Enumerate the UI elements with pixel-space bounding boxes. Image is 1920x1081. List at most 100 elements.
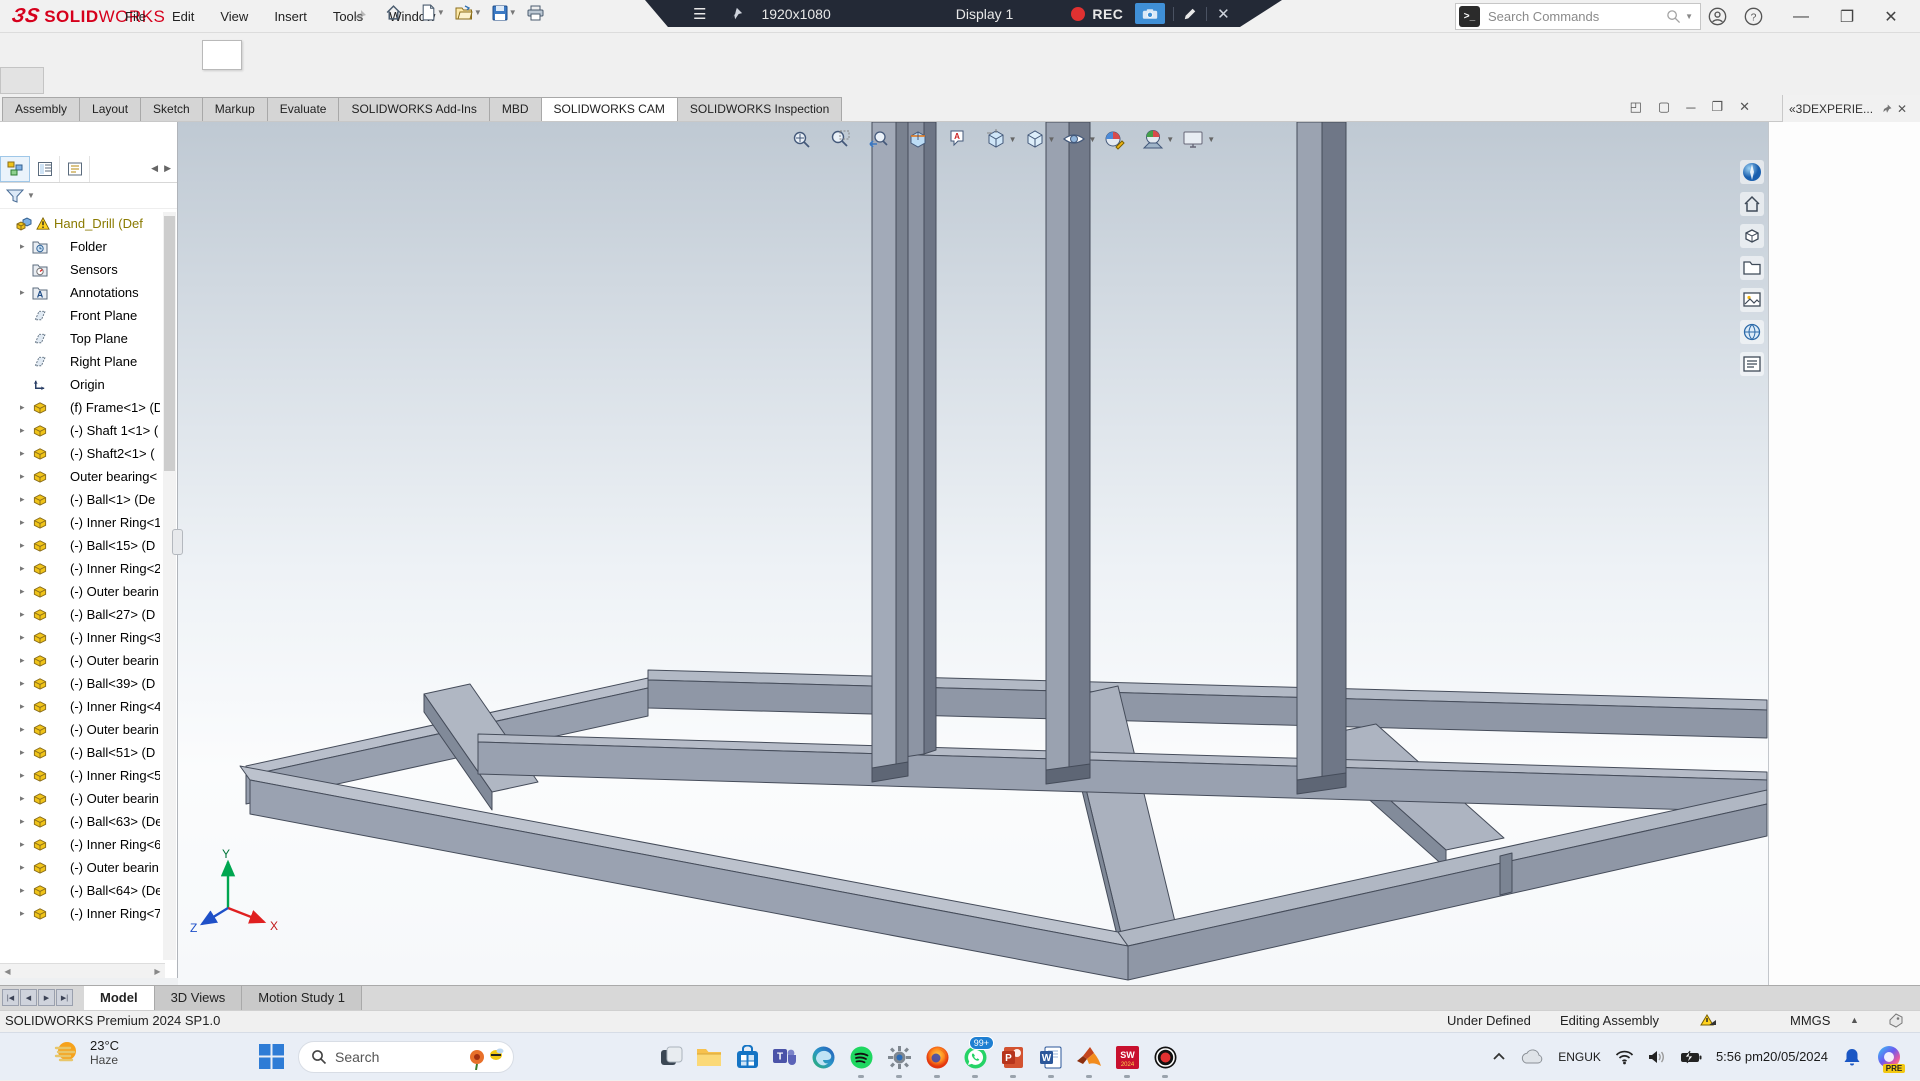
- document-tab[interactable]: Model: [84, 986, 155, 1011]
- view-tool-button[interactable]: ▼: [1181, 128, 1215, 150]
- last-tab-button[interactable]: ▶|: [56, 989, 73, 1006]
- feature-tree-item[interactable]: ▸ (-) Ball<39> (D: [0, 672, 160, 695]
- expand-arrow-icon[interactable]: ▸: [20, 471, 32, 482]
- menu-item[interactable]: View: [207, 0, 261, 33]
- panel-splitter-handle[interactable]: [172, 529, 183, 555]
- command-tab[interactable]: Markup: [202, 97, 268, 121]
- weather-widget[interactable]: 23°C Haze: [52, 1037, 119, 1067]
- expand-arrow-icon[interactable]: ▸: [20, 632, 32, 643]
- pin-menubar-icon[interactable]: [352, 8, 368, 24]
- taskbar-app-icon[interactable]: W: [1032, 1035, 1070, 1079]
- expand-arrow-icon[interactable]: ▸: [20, 517, 32, 528]
- feature-tree-item[interactable]: ▸ Top Plane: [0, 327, 160, 350]
- taskbar-app-icon[interactable]: 99+: [956, 1035, 994, 1079]
- close-button[interactable]: ✕: [1874, 0, 1908, 33]
- tree-vertical-scrollbar[interactable]: [163, 212, 176, 960]
- doc-window-button[interactable]: ─: [1686, 100, 1695, 115]
- feature-tree-item[interactable]: ▸ (-) Shaft 1<1> (: [0, 419, 160, 442]
- feature-tree-item[interactable]: ▸ (-) Inner Ring<1: [0, 511, 160, 534]
- quick-access-button[interactable]: ▼: [452, 3, 485, 23]
- task-pane-tab[interactable]: [1740, 256, 1764, 280]
- view-tool-button[interactable]: ▼: [790, 128, 822, 150]
- expand-arrow-icon[interactable]: ▸: [20, 448, 32, 459]
- expand-arrow-icon[interactable]: ▸: [20, 655, 32, 666]
- feature-tree-item[interactable]: ▸ Hand_Drill (Def: [0, 212, 160, 235]
- scrollbar-thumb[interactable]: [164, 216, 175, 471]
- account-profile-icon[interactable]: [1700, 0, 1734, 33]
- feature-tree-item[interactable]: ▸ (-) Outer bearin: [0, 718, 160, 741]
- feature-tree-item[interactable]: ▸ (-) Ball<64> (De: [0, 879, 160, 902]
- expand-arrow-icon[interactable]: ▸: [20, 793, 32, 804]
- feature-tree-item[interactable]: ▸ (-) Inner Ring<4: [0, 695, 160, 718]
- command-tab[interactable]: Sketch: [140, 97, 203, 121]
- feature-tree-item[interactable]: ▸ (-) Inner Ring<6: [0, 833, 160, 856]
- view-tool-button[interactable]: ▼: [907, 128, 939, 150]
- feature-tree-item[interactable]: ▸ Right Plane: [0, 350, 160, 373]
- volume-icon[interactable]: [1648, 1049, 1666, 1065]
- capture-close-button[interactable]: ✕: [1215, 6, 1231, 22]
- quick-access-button[interactable]: ▼: [382, 2, 414, 23]
- expand-arrow-icon[interactable]: ▸: [20, 839, 32, 850]
- expand-arrow-icon[interactable]: ▸: [20, 724, 32, 735]
- feature-tree-item[interactable]: ▸ (-) Ball<15> (D: [0, 534, 160, 557]
- taskbar-app-icon[interactable]: P: [994, 1035, 1032, 1079]
- view-tool-button[interactable]: ▼: [868, 128, 900, 150]
- expand-arrow-icon[interactable]: ▸: [20, 747, 32, 758]
- feature-tree-item[interactable]: ▸ (f) Frame<1> (D: [0, 396, 160, 419]
- scroll-left-button[interactable]: ◀: [0, 967, 15, 976]
- search-dropdown-caret[interactable]: ▼: [1685, 12, 1693, 21]
- feature-tree-item[interactable]: ▸ (-) Inner Ring<7: [0, 902, 160, 925]
- view-tool-button[interactable]: ▼: [985, 128, 1017, 150]
- view-tool-button[interactable]: ▼: [829, 128, 861, 150]
- menu-item[interactable]: File: [112, 0, 159, 33]
- notification-bell-icon[interactable]: [1842, 1047, 1862, 1067]
- feature-tree-item[interactable]: ▸ (-) Inner Ring<5: [0, 764, 160, 787]
- prev-tab-button[interactable]: ◀: [20, 989, 37, 1006]
- annotate-pencil-button[interactable]: [1182, 6, 1198, 22]
- wifi-icon[interactable]: [1615, 1049, 1634, 1065]
- feature-tree-item[interactable]: ▸ (-) Outer bearin: [0, 649, 160, 672]
- feature-tree-item[interactable]: ▸ (-) Ball<63> (De: [0, 810, 160, 833]
- language-indicator[interactable]: ENG UK: [1558, 1051, 1601, 1064]
- expand-arrow-icon[interactable]: ▸: [20, 425, 32, 436]
- feature-tree-item[interactable]: ▸ (-) Outer bearin: [0, 787, 160, 810]
- document-tab[interactable]: Motion Study 1: [242, 986, 362, 1011]
- expand-arrow-icon[interactable]: ▸: [20, 494, 32, 505]
- taskbar-app-icon[interactable]: [918, 1035, 956, 1079]
- taskbar-app-icon[interactable]: [690, 1035, 728, 1079]
- expand-arrow-icon[interactable]: ▸: [20, 770, 32, 781]
- view-tool-button[interactable]: ▼: [1142, 128, 1174, 150]
- graphics-viewport[interactable]: ▼ ▼ ▼ ▼ A▼ ▼ ▼ ▼ ▼ ▼: [178, 122, 1768, 985]
- floating-toolbar[interactable]: [202, 40, 242, 70]
- expand-arrow-icon[interactable]: ▸: [20, 402, 32, 413]
- clock-widget[interactable]: 5:56 pm 20/05/2024: [1716, 1049, 1828, 1065]
- taskbar-app-icon[interactable]: [842, 1035, 880, 1079]
- expand-arrow-icon[interactable]: ▸: [20, 908, 32, 919]
- expand-arrow-icon[interactable]: ▸: [20, 609, 32, 620]
- taskbar-search[interactable]: Search: [298, 1041, 514, 1073]
- command-tab[interactable]: Layout: [79, 97, 141, 121]
- feature-tree-item[interactable]: ▸ A Annotations: [0, 281, 160, 304]
- doc-window-button[interactable]: ❐: [1711, 99, 1723, 115]
- feature-tree-item[interactable]: ▸ (-) Ball<1> (De: [0, 488, 160, 511]
- tab-configuration-manager[interactable]: [60, 156, 90, 182]
- feature-tree-item[interactable]: ▸ Folder: [0, 235, 160, 258]
- taskbar-app-icon[interactable]: [880, 1035, 918, 1079]
- view-tool-button[interactable]: ▼: [1024, 128, 1056, 150]
- help-icon[interactable]: ?: [1736, 0, 1770, 33]
- panel-tab-scroll[interactable]: ◀▶: [151, 163, 177, 174]
- feature-tree-item[interactable]: ▸ Sensors: [0, 258, 160, 281]
- taskbar-app-icon[interactable]: [728, 1035, 766, 1079]
- feature-tree-item[interactable]: ▸ Origin: [0, 373, 160, 396]
- feature-tree-item[interactable]: ▸ (-) Shaft2<1> (: [0, 442, 160, 465]
- command-tab[interactable]: SOLIDWORKS Add-Ins: [338, 97, 489, 121]
- doc-window-button[interactable]: ◰: [1630, 99, 1642, 115]
- next-tab-button[interactable]: ▶: [38, 989, 55, 1006]
- feature-tree-item[interactable]: ▸ (-) Ball<51> (D: [0, 741, 160, 764]
- expand-arrow-icon[interactable]: ▸: [20, 862, 32, 873]
- expand-arrow-icon[interactable]: ▸: [20, 241, 32, 252]
- first-tab-button[interactable]: |◀: [2, 989, 19, 1006]
- quick-access-button[interactable]: ▼: [418, 2, 448, 23]
- command-tab[interactable]: MBD: [489, 97, 542, 121]
- taskbar-app-icon[interactable]: [652, 1035, 690, 1079]
